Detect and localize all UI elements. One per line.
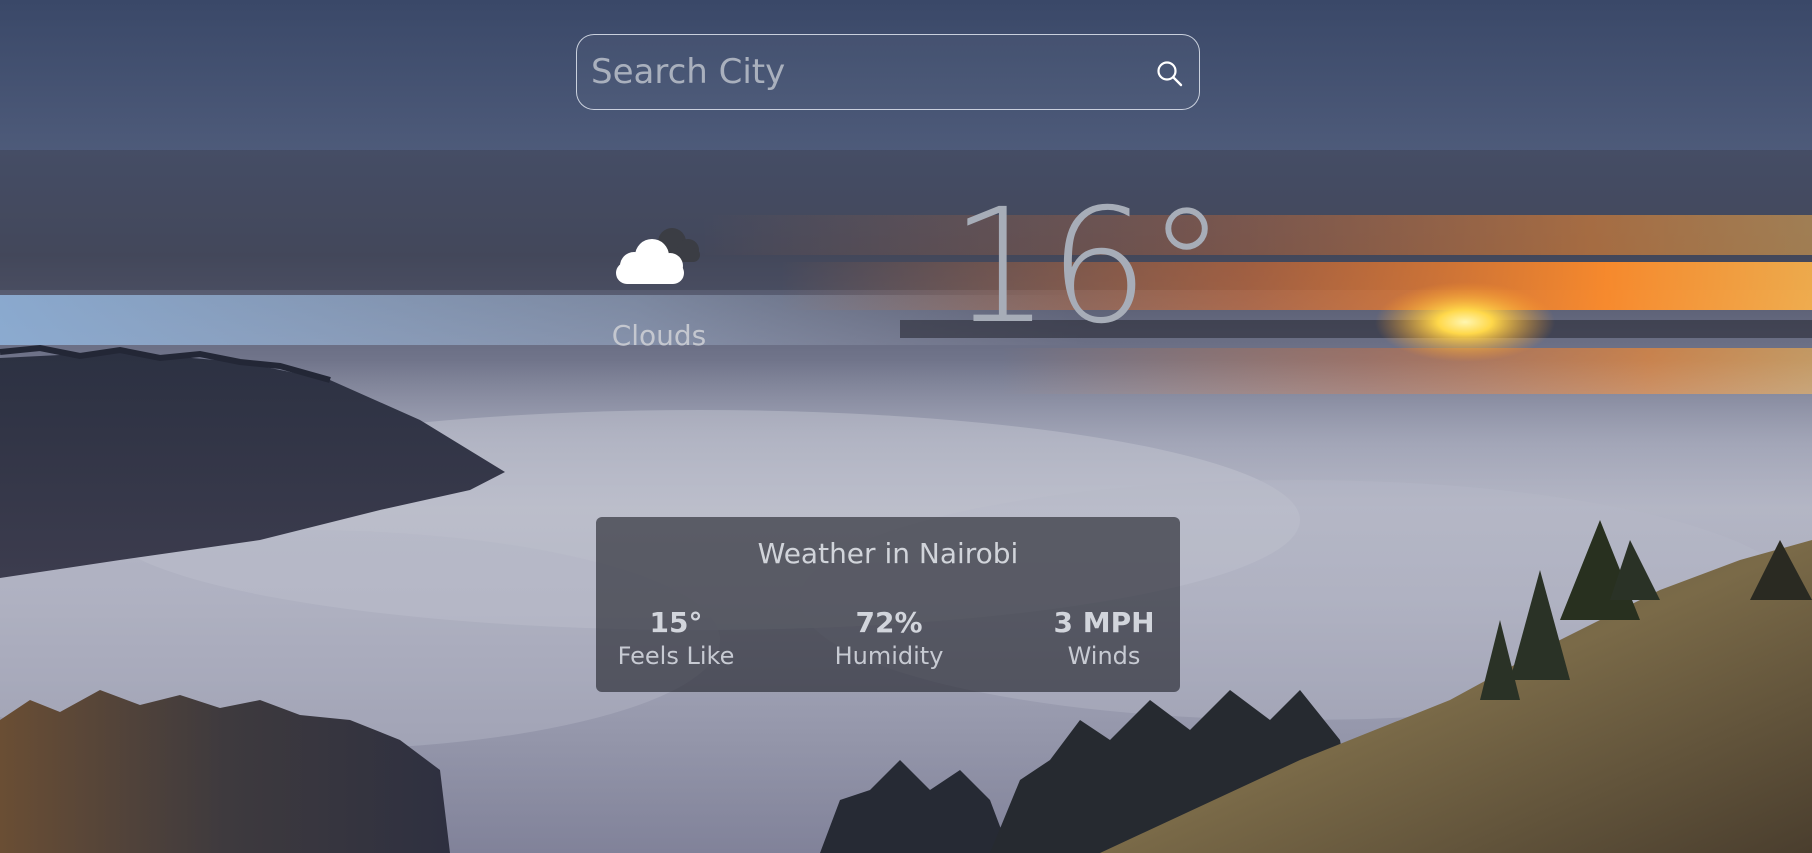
humidity-value: 72% xyxy=(855,606,923,639)
background-landscape xyxy=(0,0,1812,853)
location-title: Weather in Nairobi xyxy=(757,537,1019,570)
cloud-icon xyxy=(616,228,700,284)
search-icon[interactable] xyxy=(1155,59,1185,89)
feels-like-stat: 15° Feels Like xyxy=(606,605,746,674)
weather-app: Clouds 16° Weather in Nairobi 15° Feels … xyxy=(0,0,1812,853)
weather-details-card: Weather in Nairobi 15° Feels Like 72% Hu… xyxy=(596,517,1180,692)
winds-value: 3 MPH xyxy=(1053,606,1155,639)
search-bar xyxy=(576,34,1200,110)
search-input[interactable] xyxy=(591,35,1131,109)
feels-like-value: 15° xyxy=(649,606,703,639)
feels-like-label: Feels Like xyxy=(617,642,735,670)
winds-stat: 3 MPH Winds xyxy=(1036,605,1172,674)
humidity-stat: 72% Humidity xyxy=(814,605,964,674)
winds-label: Winds xyxy=(1067,642,1141,670)
condition-label: Clouds xyxy=(611,319,707,352)
current-temperature: 16° xyxy=(950,175,1226,359)
humidity-label: Humidity xyxy=(834,642,944,670)
